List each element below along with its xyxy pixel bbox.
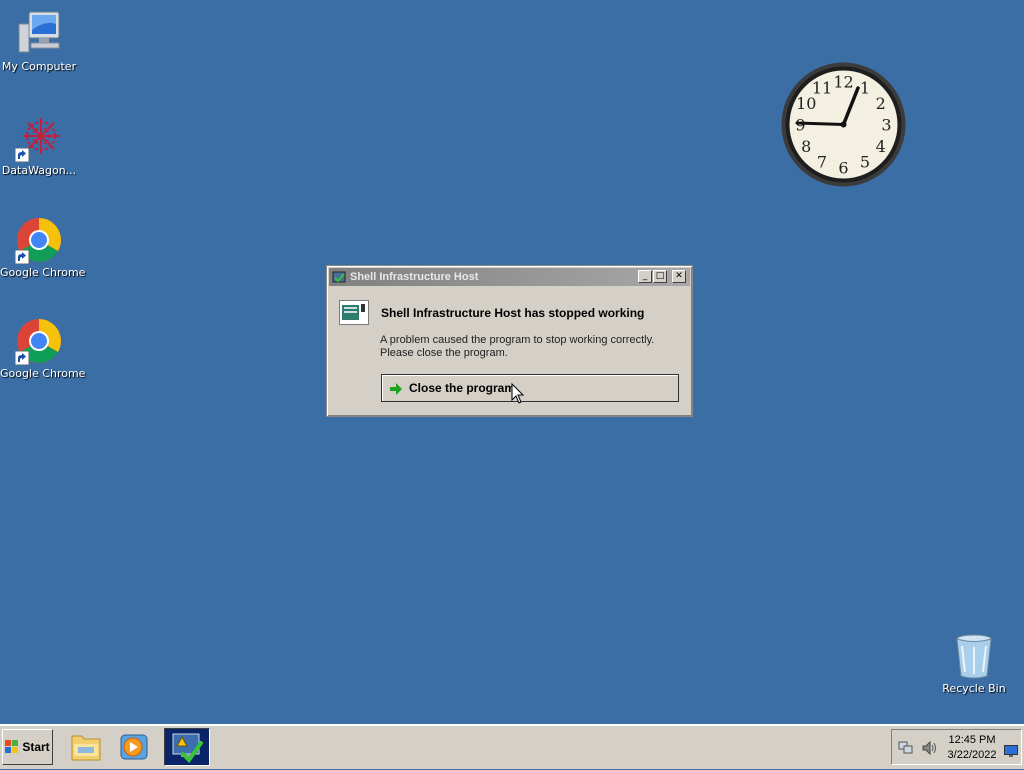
recycle-bin-icon xyxy=(950,632,998,680)
close-program-label: Close the program xyxy=(409,381,516,395)
dialog-body-line: Please close the program. xyxy=(380,347,508,359)
close-button[interactable]: ✕ xyxy=(672,270,686,283)
taskbar-file-explorer[interactable] xyxy=(64,728,108,766)
start-button[interactable]: Start xyxy=(2,729,53,765)
start-label: Start xyxy=(22,740,50,754)
desktop-icon-label: Google Chrome xyxy=(0,266,86,279)
clock-face-icon: 12 1234567891011 xyxy=(781,62,906,187)
taskbar-action-center[interactable] xyxy=(164,728,210,766)
dialog-body-line: A problem caused the program to stop wor… xyxy=(380,334,655,346)
clock-numeral: 4 xyxy=(876,137,886,156)
desktop-icon-label: DataWagon... xyxy=(1,164,77,177)
shortcut-arrow-icon xyxy=(15,148,29,162)
clock-numeral: 7 xyxy=(817,153,827,172)
error-dialog: Shell Infrastructure Host _ □ ✕ Shell In… xyxy=(326,265,693,417)
network-icon[interactable] xyxy=(898,740,914,756)
chrome-icon xyxy=(15,317,63,365)
system-tray: 12:45 PM 3/22/2022 xyxy=(891,729,1022,765)
shortcut-arrow-icon xyxy=(15,351,29,365)
taskbar: Start 12:45 PM 3/22/2022 xyxy=(0,724,1024,769)
desktop-icon-datawagon[interactable]: DataWagon... xyxy=(0,114,78,177)
dialog-titlebar[interactable]: Shell Infrastructure Host xyxy=(329,268,690,286)
clock-minute-hand xyxy=(795,121,845,126)
desktop-icon-label: Recycle Bin xyxy=(942,682,1006,695)
tray-date: 3/22/2022 xyxy=(947,749,997,761)
file-explorer-icon xyxy=(71,735,101,761)
media-player-icon xyxy=(120,734,148,760)
mouse-cursor-icon xyxy=(511,383,525,404)
maximize-button[interactable]: □ xyxy=(653,270,667,283)
windows-logo-icon xyxy=(5,740,19,754)
chrome-icon xyxy=(15,216,63,264)
tray-time: 12:45 PM xyxy=(948,734,996,746)
clock-numeral: 9 xyxy=(795,116,805,135)
minimize-button[interactable]: _ xyxy=(638,270,652,283)
app-icon xyxy=(332,270,346,284)
action-center-icon xyxy=(172,733,203,764)
dialog-title: Shell Infrastructure Host xyxy=(350,271,479,283)
clock-numeral: 8 xyxy=(801,137,811,156)
dialog-body: A problem caused the program to stop wor… xyxy=(380,334,654,360)
dialog-headline: Shell Infrastructure Host has stopped wo… xyxy=(381,306,645,320)
tray-clock[interactable]: 12:45 PM 3/22/2022 xyxy=(944,733,1000,763)
clock-numeral: 6 xyxy=(838,159,848,178)
desktop-icon-label: My Computer xyxy=(1,60,77,73)
desktop-icon-my-computer[interactable]: My Computer xyxy=(0,10,78,73)
close-program-button[interactable]: Close the program xyxy=(381,374,679,402)
desktop-icon-google-chrome[interactable]: Google Chrome xyxy=(0,317,86,380)
show-desktop-icon[interactable] xyxy=(1004,742,1018,757)
green-arrow-icon xyxy=(389,381,403,395)
my-computer-icon xyxy=(15,10,63,58)
clock-numeral: 11 xyxy=(812,78,832,97)
clock-gadget[interactable]: 12 1 2 3 4 5 6 7 8 9 10 11 xyxy=(780,61,907,188)
volume-icon[interactable] xyxy=(921,740,937,756)
desktop-icon-google-chrome[interactable]: Google Chrome xyxy=(0,216,86,279)
clock-numeral: 1 xyxy=(860,78,870,97)
clock-numeral: 12 xyxy=(833,73,853,92)
shortcut-arrow-icon xyxy=(15,250,29,264)
clock-numeral: 3 xyxy=(881,116,891,135)
desktop-icon-label: Google Chrome xyxy=(0,367,86,380)
clock-numeral: 2 xyxy=(876,94,886,113)
taskbar-media-player[interactable] xyxy=(112,728,156,766)
desktop-icon-recycle-bin[interactable]: Recycle Bin xyxy=(935,632,1013,695)
program-window-icon xyxy=(339,300,369,326)
datawagon-icon xyxy=(15,114,63,162)
clock-numeral: 5 xyxy=(860,153,870,172)
